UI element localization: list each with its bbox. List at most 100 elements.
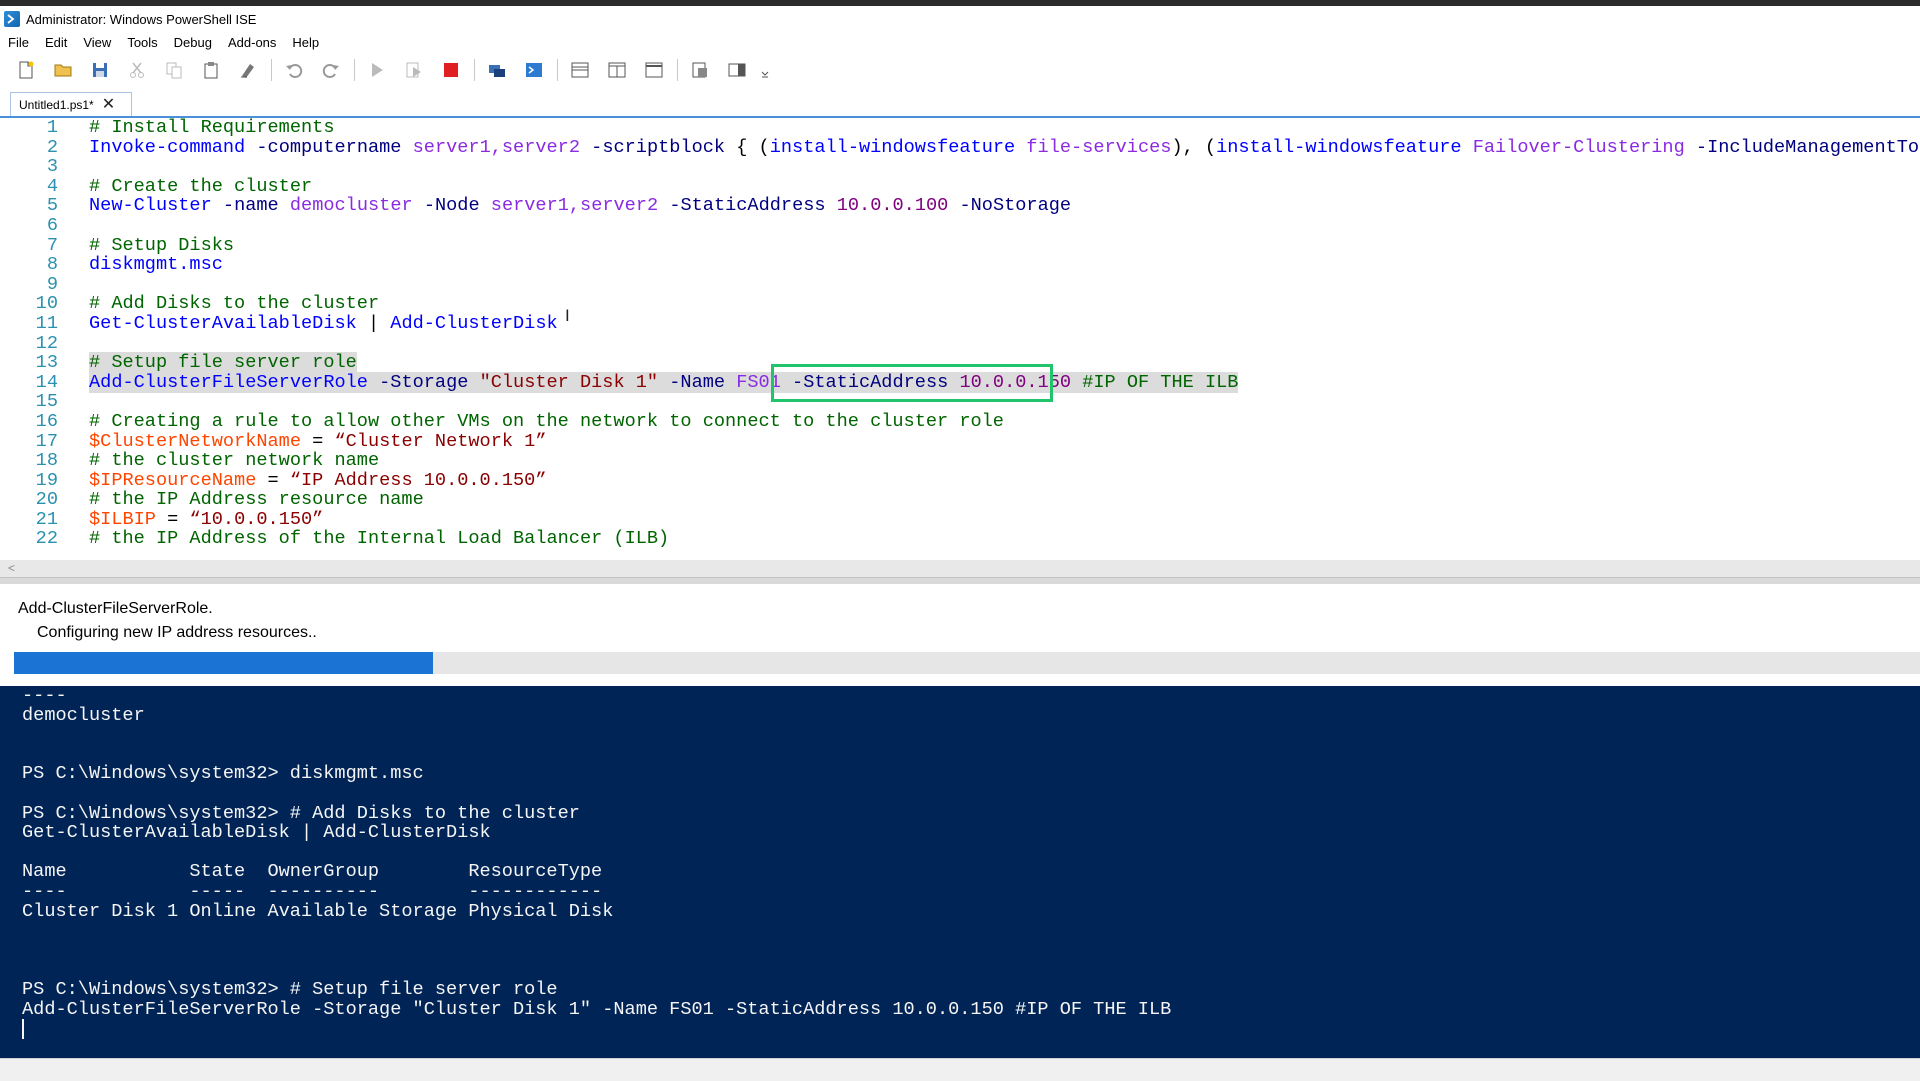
code-line[interactable]: 8 diskmgmt.msc <box>0 255 1920 275</box>
code-token <box>658 371 670 393</box>
code-text: # Creating a rule to allow other VMs on … <box>89 412 1004 432</box>
menu-file[interactable]: File <box>0 32 37 54</box>
layout-top-icon[interactable] <box>566 56 594 84</box>
code-line[interactable]: 7 # Setup Disks <box>0 234 1920 256</box>
code-line[interactable]: 19 $IPResourceName = “IP Address 10.0.0.1… <box>0 470 1920 491</box>
code-line[interactable]: 22 # the IP Address of the Internal Load … <box>0 529 1920 549</box>
console-icon[interactable] <box>520 56 548 84</box>
scroll-left-icon[interactable]: < <box>8 560 15 577</box>
code-token: | <box>356 312 391 334</box>
menu-help[interactable]: Help <box>284 32 327 54</box>
code-line[interactable]: 21 $ILBIP = “10.0.0.150” <box>0 510 1920 530</box>
layout-max-icon[interactable] <box>640 56 668 84</box>
menu-tools[interactable]: Tools <box>119 32 165 54</box>
code-text: # Add Disks to the cluster <box>89 294 379 314</box>
window-title: Administrator: Windows PowerShell ISE <box>26 11 257 27</box>
progress-title: Add-ClusterFileServerRole. <box>18 600 213 617</box>
code-text: Add-ClusterFileServerRole -Storage "Clus… <box>89 371 1239 393</box>
editor-horizontal-scrollbar[interactable]: < <box>0 560 1920 577</box>
line-number: 11 <box>35 312 58 334</box>
menu-view[interactable]: View <box>75 32 119 54</box>
menu-addons[interactable]: Add-ons <box>220 32 284 54</box>
tab-untitled1[interactable]: Untitled1.ps1* ✕ <box>10 92 132 116</box>
code-token <box>725 371 737 393</box>
code-line[interactable]: 18 # the cluster network name <box>0 451 1920 471</box>
code-token: Failover-Clustering <box>1472 136 1685 158</box>
script-editor[interactable]: 1 # Install Requirements 2 Invoke-command -… <box>0 118 1920 558</box>
console-line: ---- ----- ---------- ------------ <box>22 880 603 902</box>
open-icon[interactable] <box>49 56 77 84</box>
tab-label: Untitled1.ps1* <box>19 97 94 112</box>
clear-icon[interactable] <box>234 56 262 84</box>
code-token: { ( <box>725 136 770 158</box>
toolbar <box>0 54 1920 86</box>
code-token: # Setup file server role <box>89 352 357 374</box>
code-token: # Setup Disks <box>89 234 235 256</box>
toolbar-separator <box>677 59 678 81</box>
paste-icon[interactable] <box>197 56 225 84</box>
run-icon[interactable] <box>363 56 391 84</box>
code-line[interactable]: 20 # the IP Address resource name <box>0 490 1920 510</box>
menu-edit[interactable]: Edit <box>37 32 75 54</box>
save-icon[interactable] <box>86 56 114 84</box>
code-text: # the IP Address resource name <box>89 490 424 510</box>
line-number: 1 <box>46 118 58 138</box>
code-line[interactable]: 10 # Add Disks to the cluster <box>0 294 1920 314</box>
code-line[interactable]: 1 # Install Requirements <box>0 118 1920 138</box>
powershell-ise-icon <box>4 11 20 27</box>
menu-debug[interactable]: Debug <box>166 32 220 54</box>
code-token: -Node <box>423 195 480 217</box>
close-icon[interactable]: ✕ <box>102 96 115 113</box>
code-token <box>367 371 380 393</box>
code-token: server1,server2 <box>412 136 580 158</box>
code-text: New-Cluster -name democluster -Node serv… <box>89 196 1071 216</box>
code-line[interactable]: 6 <box>0 216 1920 236</box>
console-pane[interactable]: ---- democluster PS C:\Windows\system32> d… <box>0 686 1920 1058</box>
code-text: # Install Requirements <box>89 118 334 138</box>
code-line[interactable]: 11 Get-ClusterAvailableDisk | Add-Cluster… <box>0 314 1920 334</box>
console-line: PS C:\Windows\system32> # Add Disks to t… <box>22 802 580 824</box>
code-line[interactable]: 2 Invoke-command -computername server1,se… <box>0 136 1920 158</box>
code-line[interactable]: 16 # Creating a rule to allow other VMs o… <box>0 412 1920 432</box>
cut-icon[interactable] <box>123 56 151 84</box>
line-number: 13 <box>35 352 58 374</box>
code-line[interactable]: 17 $ClusterNetworkName = “Cluster Network… <box>0 431 1920 452</box>
title-bar: Administrator: Windows PowerShell ISE <box>0 6 1920 32</box>
code-text: # the cluster network name <box>89 451 379 471</box>
code-token: -NoStorage <box>959 195 1072 217</box>
run-selection-icon[interactable] <box>400 56 428 84</box>
undo-icon[interactable] <box>280 56 308 84</box>
toolbar-separator <box>271 59 272 81</box>
stop-icon[interactable] <box>437 56 465 84</box>
code-token: -computername <box>256 136 402 158</box>
overflow-icon[interactable] <box>760 56 770 84</box>
code-line[interactable]: 9 <box>0 275 1920 295</box>
new-icon[interactable] <box>12 56 40 84</box>
code-text: # Create the cluster <box>89 176 312 197</box>
code-line[interactable]: 3 <box>0 157 1920 177</box>
code-line[interactable]: 12 <box>0 333 1920 354</box>
code-line[interactable]: 4 # Create the cluster <box>0 176 1920 197</box>
code-line[interactable]: 5 New-Cluster -name democluster -Node ser… <box>0 196 1920 216</box>
remote-icon[interactable] <box>483 56 511 84</box>
addon-icon[interactable] <box>686 56 714 84</box>
console-line: Name State OwnerGroup ResourceType <box>22 861 603 883</box>
layout-right-icon[interactable] <box>603 56 631 84</box>
copy-icon[interactable] <box>160 56 188 84</box>
text-cursor-icon: I <box>565 306 570 325</box>
pane-splitter[interactable] <box>0 577 1920 584</box>
command-icon[interactable] <box>723 56 751 84</box>
progress-panel: Add-ClusterFileServerRole. Configuring n… <box>0 590 1920 686</box>
redo-icon[interactable] <box>317 56 345 84</box>
console-line: PS C:\Windows\system32> diskmgmt.msc <box>22 763 424 785</box>
console-horizontal-scrollbar[interactable] <box>0 1058 1920 1081</box>
code-token: -name <box>222 195 279 217</box>
